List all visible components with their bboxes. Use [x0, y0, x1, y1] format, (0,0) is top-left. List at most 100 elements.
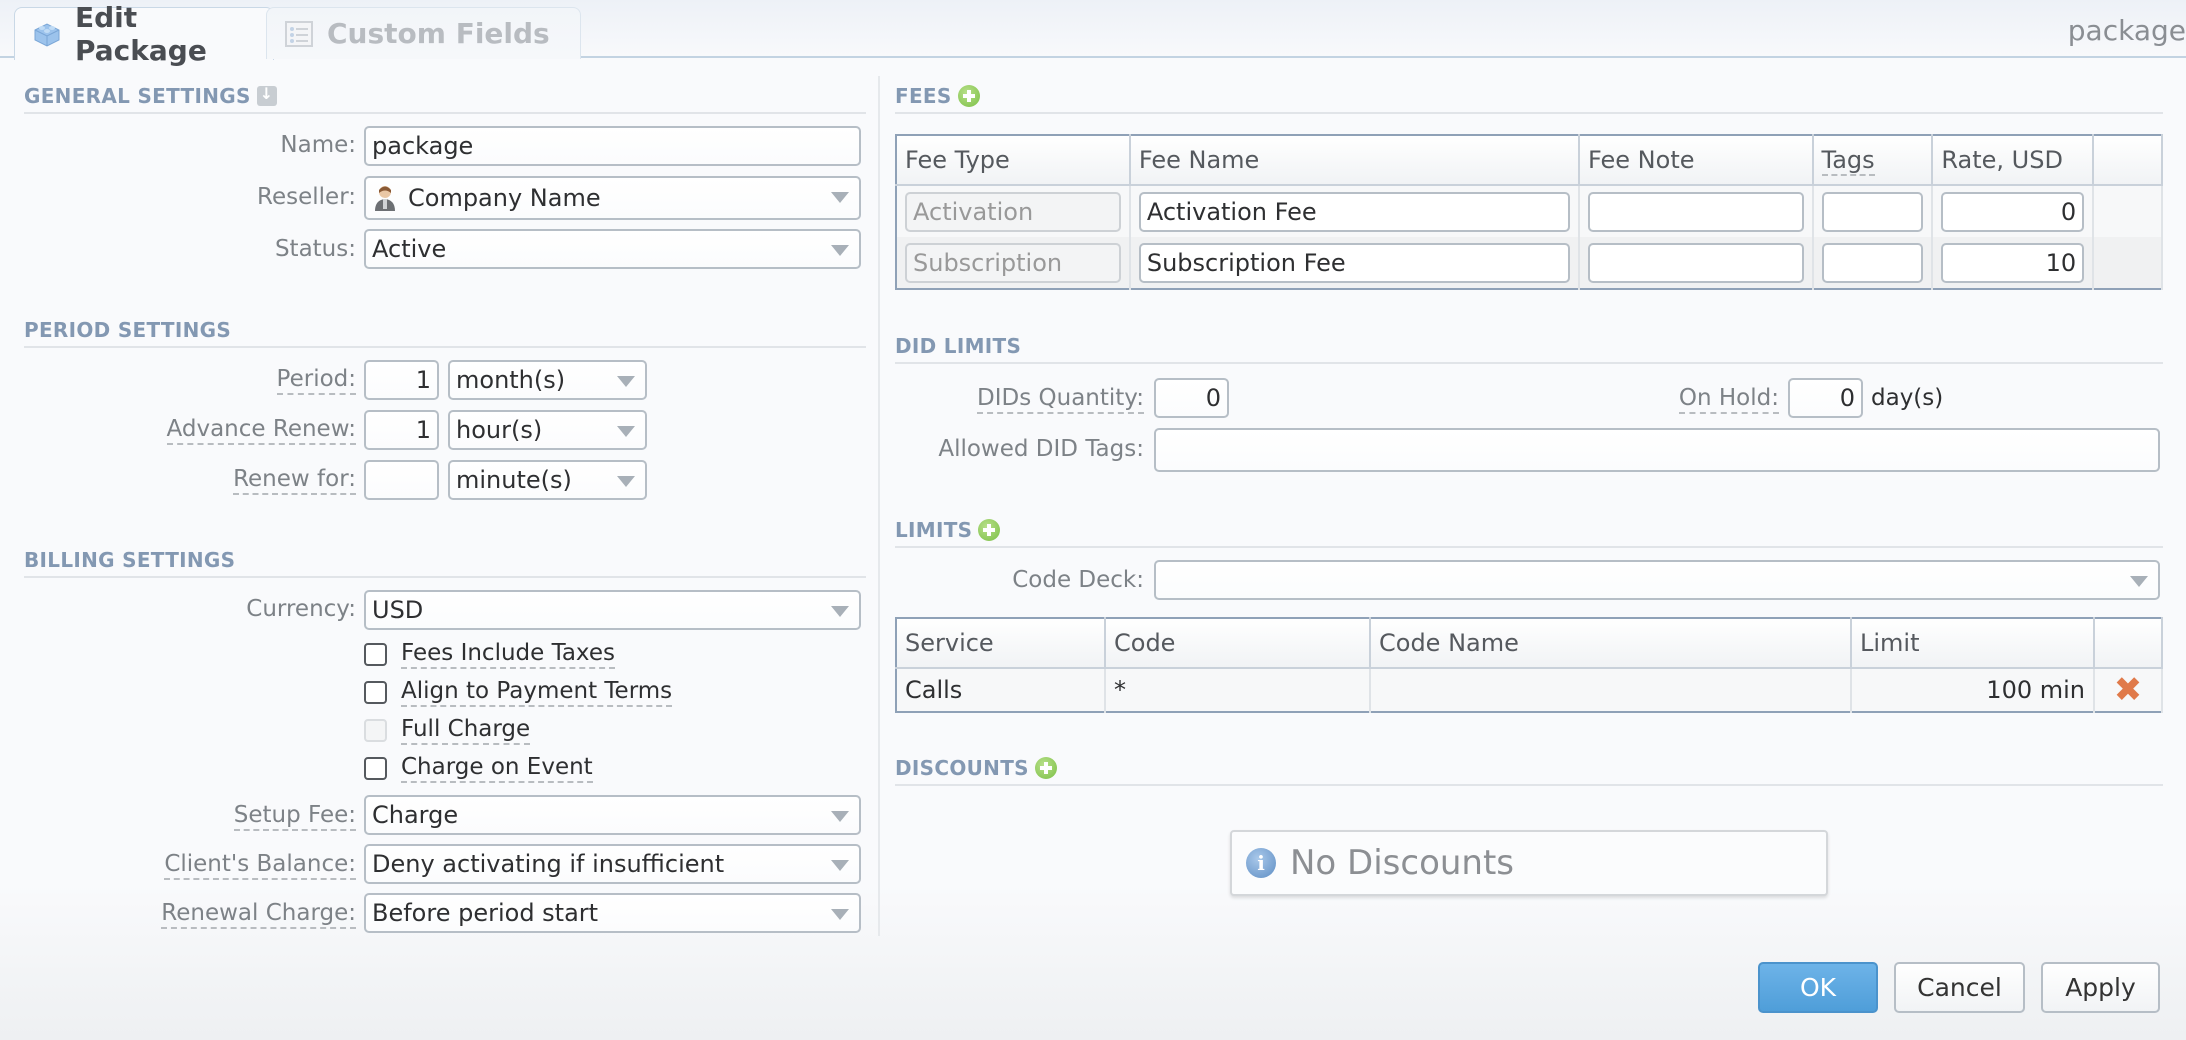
advance-unit-value: hour(s) — [456, 416, 543, 444]
setup-fee-value: Charge — [372, 801, 459, 829]
checkbox-label: Align to Payment Terms — [401, 678, 673, 707]
chevron-down-icon — [831, 909, 849, 920]
chevron-down-icon — [617, 426, 635, 437]
period-unit-value: month(s) — [456, 366, 566, 394]
period-unit-select[interactable]: month(s) — [448, 360, 647, 400]
status-label: Status: — [274, 236, 356, 262]
name-value: package — [372, 132, 474, 160]
column-header — [2094, 618, 2163, 669]
code-name-cell — [1370, 668, 1852, 712]
code-cell: * — [1105, 668, 1371, 712]
renewal-charge-select[interactable]: Before period start — [364, 893, 861, 933]
column-header — [2093, 135, 2163, 186]
chevron-down-icon — [617, 376, 635, 387]
checkbox-label: Full Charge — [401, 716, 531, 745]
label-text: DIDs Quantity: — [977, 385, 1144, 414]
label-text: Client's Balance: — [164, 851, 356, 880]
checkbox-box — [364, 719, 387, 742]
renew-for-unit-select[interactable]: minute(s) — [448, 460, 647, 500]
fee-name-input[interactable]: Activation Fee — [1138, 191, 1571, 232]
advance-renew-label: Advance Renew: — [166, 416, 356, 445]
column-header: Code — [1105, 618, 1371, 669]
table-row: Subscription Subscription Fee 10 — [896, 237, 2163, 289]
tab-custom-fields[interactable]: Custom Fields — [266, 7, 581, 59]
setup-fee-select[interactable]: Charge — [364, 795, 861, 835]
fee-note-input[interactable] — [1588, 242, 1804, 283]
tab-edit-package[interactable]: Edit Package — [14, 1, 274, 67]
clients-balance-select[interactable]: Deny activating if insufficient — [364, 844, 861, 884]
checkbox-label: Fees Include Taxes — [401, 640, 615, 669]
on-hold-input[interactable]: 0 — [1788, 378, 1863, 418]
section-title: FEES — [895, 84, 952, 108]
tags-header-text: Tags — [1821, 146, 1875, 176]
billing-settings-header: BILLING SETTINGS — [24, 548, 866, 578]
delete-cell: ✖ — [2094, 668, 2163, 712]
add-discount-icon[interactable] — [1034, 757, 1057, 779]
cancel-button[interactable]: Cancel — [1894, 962, 2025, 1013]
section-title: PERIOD SETTINGS — [24, 318, 232, 342]
user-avatar-icon — [372, 183, 398, 213]
lego-block-icon — [31, 18, 63, 50]
column-header: Code Name — [1370, 618, 1852, 669]
label-text: Period: — [276, 366, 356, 395]
advance-renew-value: 1 — [415, 416, 431, 444]
setup-fee-label: Setup Fee: — [233, 802, 356, 831]
name-input[interactable]: package — [364, 126, 861, 166]
column-header: Fee Type — [896, 135, 1131, 186]
reseller-select[interactable]: Company Name — [364, 176, 861, 220]
add-limit-icon[interactable] — [978, 519, 1001, 541]
period-settings-header: PERIOD SETTINGS — [24, 318, 866, 348]
fee-tags-input[interactable] — [1821, 242, 1924, 283]
row-actions — [2093, 185, 2163, 237]
charge-on-event-checkbox[interactable]: Charge on Event — [364, 754, 593, 783]
fees-include-taxes-checkbox[interactable]: Fees Include Taxes — [364, 640, 615, 669]
table-row[interactable]: Calls * 100 min ✖ — [896, 668, 2163, 712]
dids-quantity-input[interactable]: 0 — [1154, 378, 1229, 418]
fee-note-input[interactable] — [1588, 191, 1804, 232]
period-label: Period: — [276, 366, 356, 395]
period-input[interactable]: 1 — [364, 360, 439, 400]
checkbox-box[interactable] — [364, 757, 387, 780]
renew-for-input[interactable] — [364, 460, 439, 500]
checkbox-box[interactable] — [364, 643, 387, 666]
code-deck-select[interactable] — [1154, 560, 2160, 600]
allowed-did-tags-input[interactable] — [1154, 428, 2160, 472]
fee-name-input[interactable]: Subscription Fee — [1138, 242, 1571, 283]
chevron-down-icon — [831, 606, 849, 617]
status-select[interactable]: Active — [364, 229, 861, 269]
delete-icon[interactable]: ✖ — [2114, 670, 2143, 710]
dids-quantity-value: 0 — [1205, 384, 1221, 412]
renew-unit-value: minute(s) — [456, 466, 572, 494]
apply-button[interactable]: Apply — [2041, 962, 2160, 1013]
fee-type-field: Activation — [905, 191, 1121, 232]
discounts-header: DISCOUNTS — [895, 756, 2163, 786]
column-header: Service — [896, 618, 1106, 669]
name-label: Name: — [280, 132, 356, 158]
align-to-payment-terms-checkbox[interactable]: Align to Payment Terms — [364, 678, 673, 707]
fee-type-field: Subscription — [905, 242, 1121, 283]
fees-table: Fee Type Fee Name Fee Note Tags Rate, US… — [895, 134, 2163, 290]
tab-label: Edit Package — [75, 1, 207, 67]
code-deck-label: Code Deck: — [1012, 567, 1144, 593]
advance-renew-unit-select[interactable]: hour(s) — [448, 410, 647, 450]
advance-renew-input[interactable]: 1 — [364, 410, 439, 450]
renew-for-label: Renew for: — [233, 466, 356, 495]
label-text: On Hold: — [1678, 385, 1779, 414]
checkbox-label: Charge on Event — [401, 754, 593, 783]
section-title: LIMITS — [895, 518, 973, 542]
limit-cell: 100 min — [1851, 668, 2095, 712]
ok-button[interactable]: OK — [1758, 962, 1878, 1013]
add-fee-icon[interactable] — [957, 85, 980, 107]
collapse-icon[interactable] — [256, 84, 277, 106]
fee-rate-input[interactable]: 0 — [1941, 191, 2085, 232]
fee-rate-input[interactable]: 10 — [1941, 242, 2085, 283]
clients-balance-value: Deny activating if insufficient — [372, 850, 725, 878]
no-discounts-message: i No Discounts — [1230, 830, 1828, 896]
row-actions — [2093, 237, 2163, 289]
status-value: Active — [372, 235, 447, 263]
currency-label: Currency: — [246, 596, 356, 622]
checkbox-box[interactable] — [364, 681, 387, 704]
fee-tags-input[interactable] — [1821, 191, 1924, 232]
section-title: GENERAL SETTINGS — [24, 84, 251, 108]
currency-select[interactable]: USD — [364, 590, 861, 630]
